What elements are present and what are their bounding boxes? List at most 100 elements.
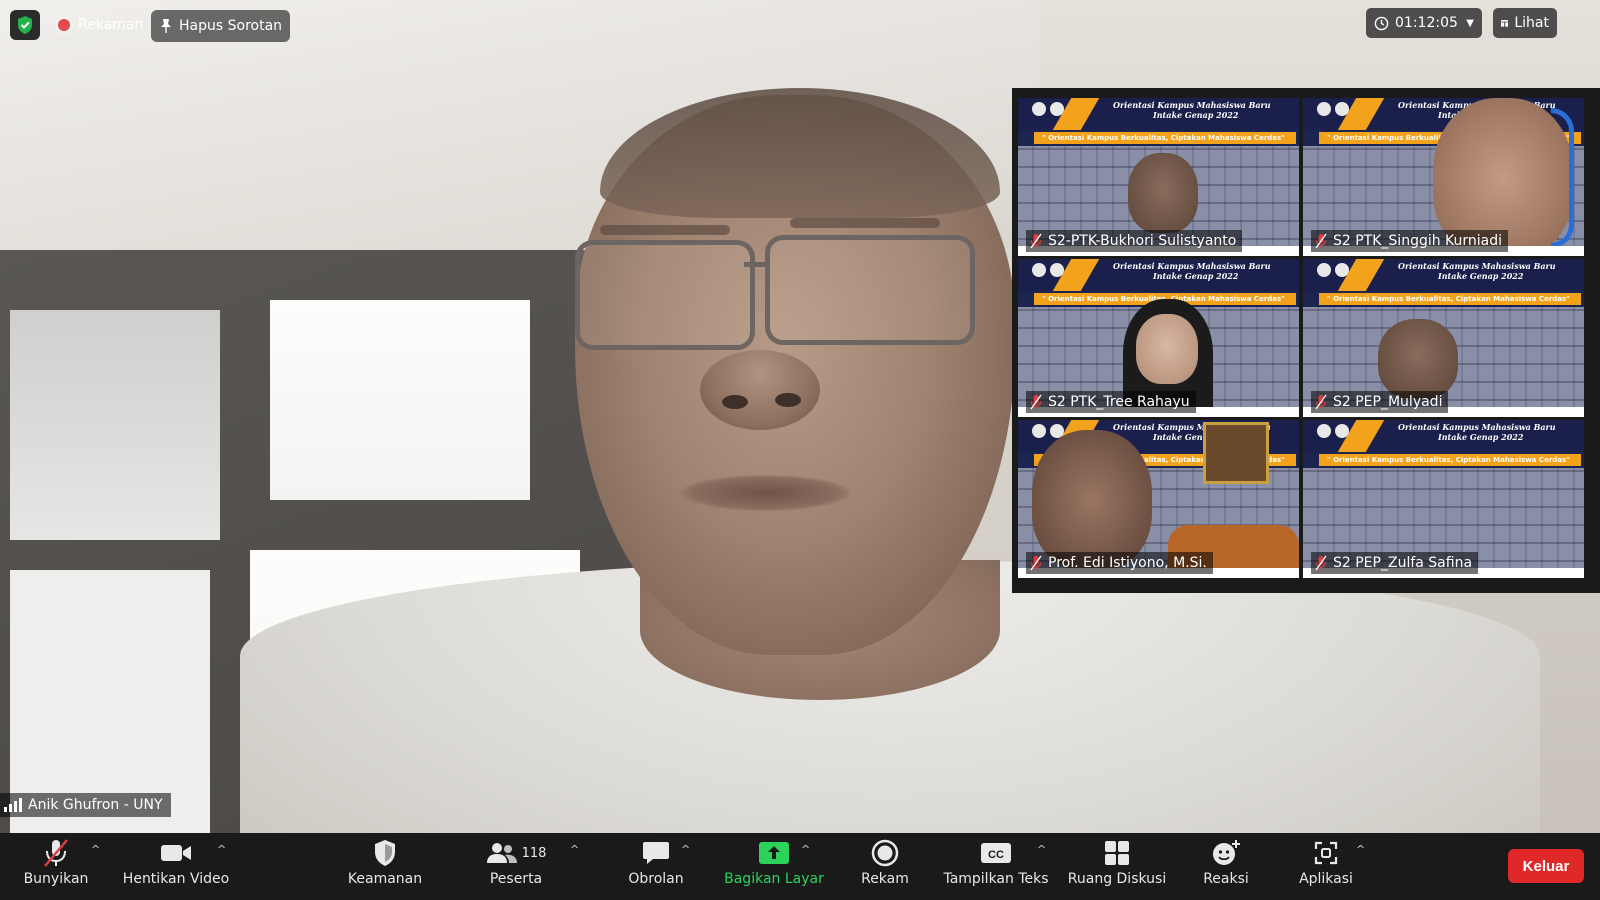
audio-options-chevron-icon[interactable]: ^ [91,843,100,856]
participant-face [1128,153,1198,233]
participant-tile[interactable]: Orientasi Kampus Mahasiswa BaruIntake Ge… [1303,98,1584,256]
participant-face [1136,314,1198,384]
chat-bubble-icon [643,842,669,864]
participant-name: Prof. Edi Istiyono, M.Si. [1048,555,1207,571]
participant-name-tag: S2-PTK-Bukhori Sulistyanto [1026,230,1243,252]
participant-name: S2 PEP_Zulfa Safina [1333,555,1473,571]
mic-muted-icon [1030,233,1042,249]
view-button[interactable]: Lihat [1493,8,1557,38]
participants-count: 118 [521,845,547,861]
breakout-rooms-button[interactable]: Ruang Diskusi [1064,833,1170,900]
participant-name-tag: S2 PEP_Zulfa Safina [1311,552,1479,574]
meeting-toolbar: Bunyikan ^ Hentikan Video ^ Keamanan 118… [0,833,1600,900]
university-logos [1317,424,1349,438]
video-camera-icon [161,845,191,861]
mic-muted-icon [1315,233,1327,249]
slide-subtitle: Intake Genap 2022 [1153,271,1239,281]
glasses-left-lens [575,240,755,350]
university-logos [1317,263,1349,277]
chat-label: Obrolan [628,871,684,887]
remove-spotlight-button[interactable]: Hapus Sorotan [151,10,291,42]
slide-title: Orientasi Kampus Mahasiswa Baru [1398,261,1556,271]
slide-title: Orientasi Kampus Mahasiswa Baru [1398,422,1556,432]
slide-title: Orientasi Kampus Mahasiswa Baru [1113,100,1271,110]
slide-slogan: " Orientasi Kampus Berkualitas, Ciptakan… [1319,293,1581,305]
participant-name: S2 PEP_Mulyadi [1333,394,1443,410]
video-options-chevron-icon[interactable]: ^ [217,843,226,856]
participants-button[interactable]: 118 Peserta [478,833,554,900]
security-label: Keamanan [347,871,423,887]
university-logos [1317,102,1349,116]
participants-icon [486,843,517,863]
participants-options-chevron-icon[interactable]: ^ [570,843,579,856]
participant-tile[interactable]: Orientasi Kampus Mahasiswa BaruIntake Ge… [1018,420,1299,578]
slide-subtitle: Intake Genap 2022 [1438,432,1524,442]
participant-name: S2 PTK_Tree Rahayu [1048,394,1190,410]
view-label: Lihat [1514,15,1549,31]
unmute-label: Bunyikan [23,871,89,887]
timer-value: 01:12:05 [1395,15,1458,31]
unmute-button[interactable]: Bunyikan [20,833,92,900]
participant-name: S2 PTK_Singgih Kurniadi [1333,233,1503,249]
participants-label: Peserta [489,871,543,887]
participant-name-tag: S2 PTK_Singgih Kurniadi [1311,230,1509,252]
reactions-label: Reaksi [1203,871,1249,887]
apps-icon [1314,841,1338,865]
apps-options-chevron-icon[interactable]: ^ [1356,843,1365,856]
participant-gallery: Orientasi Kampus Mahasiswa Baru Intake Ge… [1012,88,1600,593]
mic-muted-icon [1315,394,1327,410]
participant-tile[interactable]: Orientasi Kampus Mahasiswa BaruIntake Ge… [1018,259,1299,417]
participant-face [1032,430,1152,570]
closed-captions-icon: CC [981,843,1011,863]
recording-label: Rekaman [78,17,144,33]
record-dot-icon [58,19,70,31]
mic-muted-icon [1030,394,1042,410]
university-logos [1032,263,1064,277]
share-screen-label: Bagikan Layar [724,871,824,887]
apps-label: Aplikasi [1299,871,1353,887]
participant-name-tag: S2 PEP_Mulyadi [1311,391,1449,413]
svg-text:CC: CC [988,849,1004,861]
speaker-name: Anik Ghufron - UNY [28,797,163,813]
security-button[interactable]: Keamanan [340,833,430,900]
chevron-down-icon: ▼ [1466,17,1474,29]
participant-name: S2-PTK-Bukhori Sulistyanto [1048,233,1237,249]
mic-muted-icon [1315,555,1327,571]
record-button[interactable]: Rekam [850,833,920,900]
breakout-rooms-label: Ruang Diskusi [1067,871,1167,887]
share-screen-button[interactable]: Bagikan Layar [722,833,826,900]
slide-slogan: " Orientasi Kampus Berkualitas, Ciptakan… [1034,132,1296,144]
show-captions-label: Tampilkan Teks [943,871,1049,887]
picture-frame [1203,422,1269,484]
breakout-rooms-icon [1105,841,1129,865]
clock-icon [1374,16,1389,30]
mic-muted-icon [1030,555,1042,571]
meeting-timer[interactable]: 01:12:05 ▼ [1366,8,1482,38]
stop-video-label: Hentikan Video [122,871,230,887]
participant-tile[interactable]: Orientasi Kampus Mahasiswa BaruIntake Ge… [1303,420,1584,578]
grid-view-icon [1501,19,1509,27]
mic-muted-icon [44,839,68,867]
captions-options-chevron-icon[interactable]: ^ [1037,843,1046,856]
recording-indicator[interactable]: Rekaman [52,12,149,38]
share-screen-icon [759,842,789,864]
security-shield-icon[interactable] [10,10,40,40]
reactions-button[interactable]: Reaksi [1196,833,1256,900]
apps-button[interactable]: Aplikasi [1290,833,1362,900]
speaker-name-tag: Anik Ghufron - UNY [0,793,171,817]
participant-name-tag: Prof. Edi Istiyono, M.Si. [1026,552,1213,574]
chat-options-chevron-icon[interactable]: ^ [681,843,690,856]
leave-meeting-button[interactable]: Keluar [1508,849,1584,883]
slide-slogan: " Orientasi Kampus Berkualitas, Ciptakan… [1319,454,1581,466]
show-captions-button[interactable]: CC Tampilkan Teks [940,833,1052,900]
reaction-emoji-icon [1213,840,1240,865]
glasses-right-lens [765,235,975,345]
record-label: Rekam [861,871,909,887]
record-icon [871,839,899,867]
participant-tile[interactable]: Orientasi Kampus Mahasiswa BaruIntake Ge… [1303,259,1584,417]
slide-title: Orientasi Kampus Mahasiswa Baru [1113,261,1271,271]
participant-name-tag: S2 PTK_Tree Rahayu [1026,391,1196,413]
participant-tile[interactable]: Orientasi Kampus Mahasiswa BaruIntake Ge… [1018,98,1299,256]
signal-strength-icon [4,798,22,812]
share-options-chevron-icon[interactable]: ^ [801,843,810,856]
